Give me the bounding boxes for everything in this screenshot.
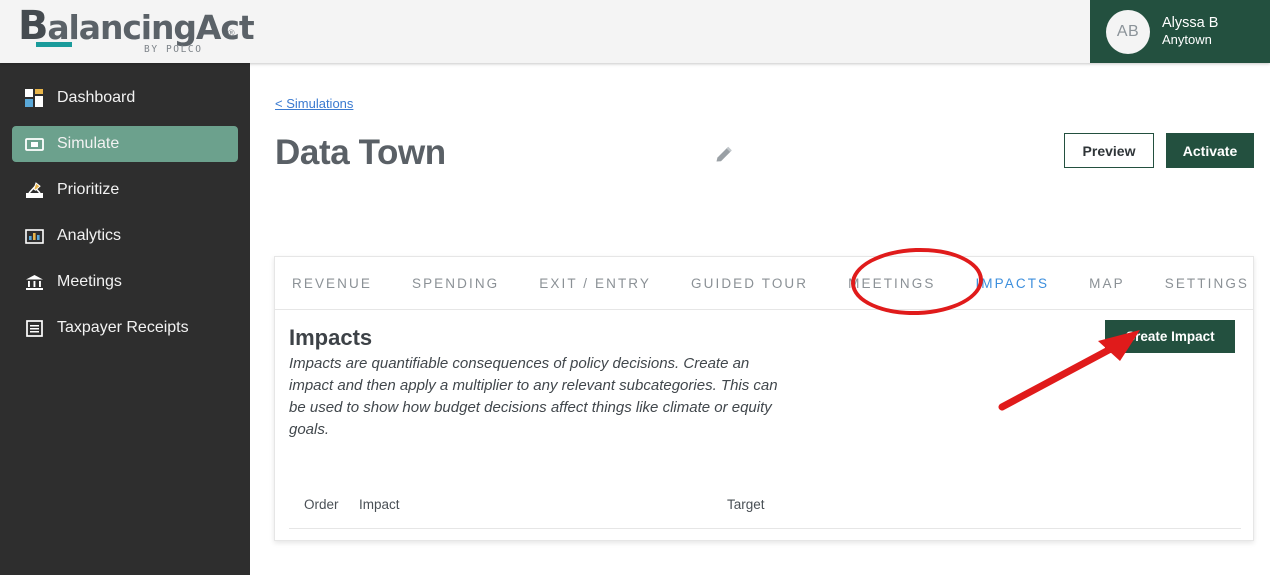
tab-map[interactable]: MAP (1089, 276, 1125, 291)
user-menu[interactable]: AB Alyssa B Anytown (1090, 0, 1270, 63)
sidebar-item-prioritize[interactable]: Prioritize (12, 172, 238, 208)
dashboard-grid-icon (24, 88, 44, 108)
impacts-panel: Impacts Impacts are quantifiable consequ… (275, 310, 1253, 441)
sidebar-item-label: Prioritize (57, 181, 120, 198)
bank-columns-icon (24, 272, 44, 292)
preview-button[interactable]: Preview (1064, 133, 1154, 168)
breadcrumb-simulations-link[interactable]: < Simulations (275, 96, 353, 111)
column-header-target: Target (727, 497, 765, 512)
user-name: Alyssa B (1162, 15, 1219, 32)
sidebar-item-simulate[interactable]: Simulate (12, 126, 238, 162)
sidebar-item-dashboard[interactable]: Dashboard (12, 80, 238, 116)
brand-logo[interactable]: BalancingAct ® BY POLCO (16, 4, 255, 60)
sidebar-item-label: Simulate (57, 135, 120, 152)
section-description: Impacts are quantifiable consequences of… (289, 355, 778, 439)
tab-settings[interactable]: SETTINGS (1165, 276, 1249, 291)
sidebar-item-label: Taxpayer Receipts (57, 319, 189, 336)
simulation-card: REVENUE SPENDING EXIT / ENTRY GUIDED TOU… (274, 256, 1254, 541)
money-bill-icon (24, 134, 44, 154)
tab-impacts[interactable]: IMPACTS (975, 276, 1049, 291)
bar-chart-icon (24, 226, 44, 246)
sidebar-item-label: Meetings (57, 273, 122, 290)
sidebar-item-label: Analytics (57, 227, 122, 244)
impacts-table-header: Order Impact Target (289, 487, 1241, 529)
app-root: BalancingAct ® BY POLCO AB Alyssa B Anyt… (0, 0, 1270, 575)
avatar: AB (1106, 9, 1150, 54)
sidebar-item-analytics[interactable]: Analytics (12, 218, 238, 254)
sidebar-item-label: Dashboard (57, 89, 136, 106)
sidebar-item-meetings[interactable]: Meetings (12, 264, 238, 300)
user-meta: Alyssa B Anytown (1162, 14, 1218, 48)
create-impact-button[interactable]: Create Impact (1105, 320, 1235, 353)
column-header-order: Order (304, 497, 339, 512)
ballot-box-icon (24, 180, 44, 200)
logo-registered-mark: ® (228, 28, 235, 38)
sidebar-nav: Dashboard Simulate Prioritize Analytics (0, 63, 250, 575)
section-title: Impacts (289, 325, 373, 350)
tab-revenue[interactable]: REVENUE (292, 276, 372, 291)
column-header-impact: Impact (359, 497, 400, 512)
pencil-icon[interactable] (713, 144, 735, 171)
logo-subtitle: BY POLCO (144, 44, 203, 55)
main-content: < Simulations Data Town ? URL: https://a… (250, 63, 1270, 575)
logo-underline-accent (36, 42, 72, 47)
logo-rest-text: alancingAct (47, 8, 254, 47)
tab-meetings[interactable]: MEETINGS (848, 276, 935, 291)
tab-guided-tour[interactable]: GUIDED TOUR (691, 276, 808, 291)
receipt-list-icon (24, 318, 44, 338)
top-bar: BalancingAct ® BY POLCO AB Alyssa B Anyt… (0, 0, 1270, 63)
tab-bar: REVENUE SPENDING EXIT / ENTRY GUIDED TOU… (275, 257, 1253, 310)
page-title: Data Town (275, 133, 446, 172)
activate-button[interactable]: Activate (1166, 133, 1254, 168)
user-org: Anytown (1162, 32, 1212, 48)
tab-exit-entry[interactable]: EXIT / ENTRY (539, 276, 651, 291)
tab-spending[interactable]: SPENDING (412, 276, 499, 291)
sidebar-item-taxpayer-receipts[interactable]: Taxpayer Receipts (12, 310, 238, 346)
